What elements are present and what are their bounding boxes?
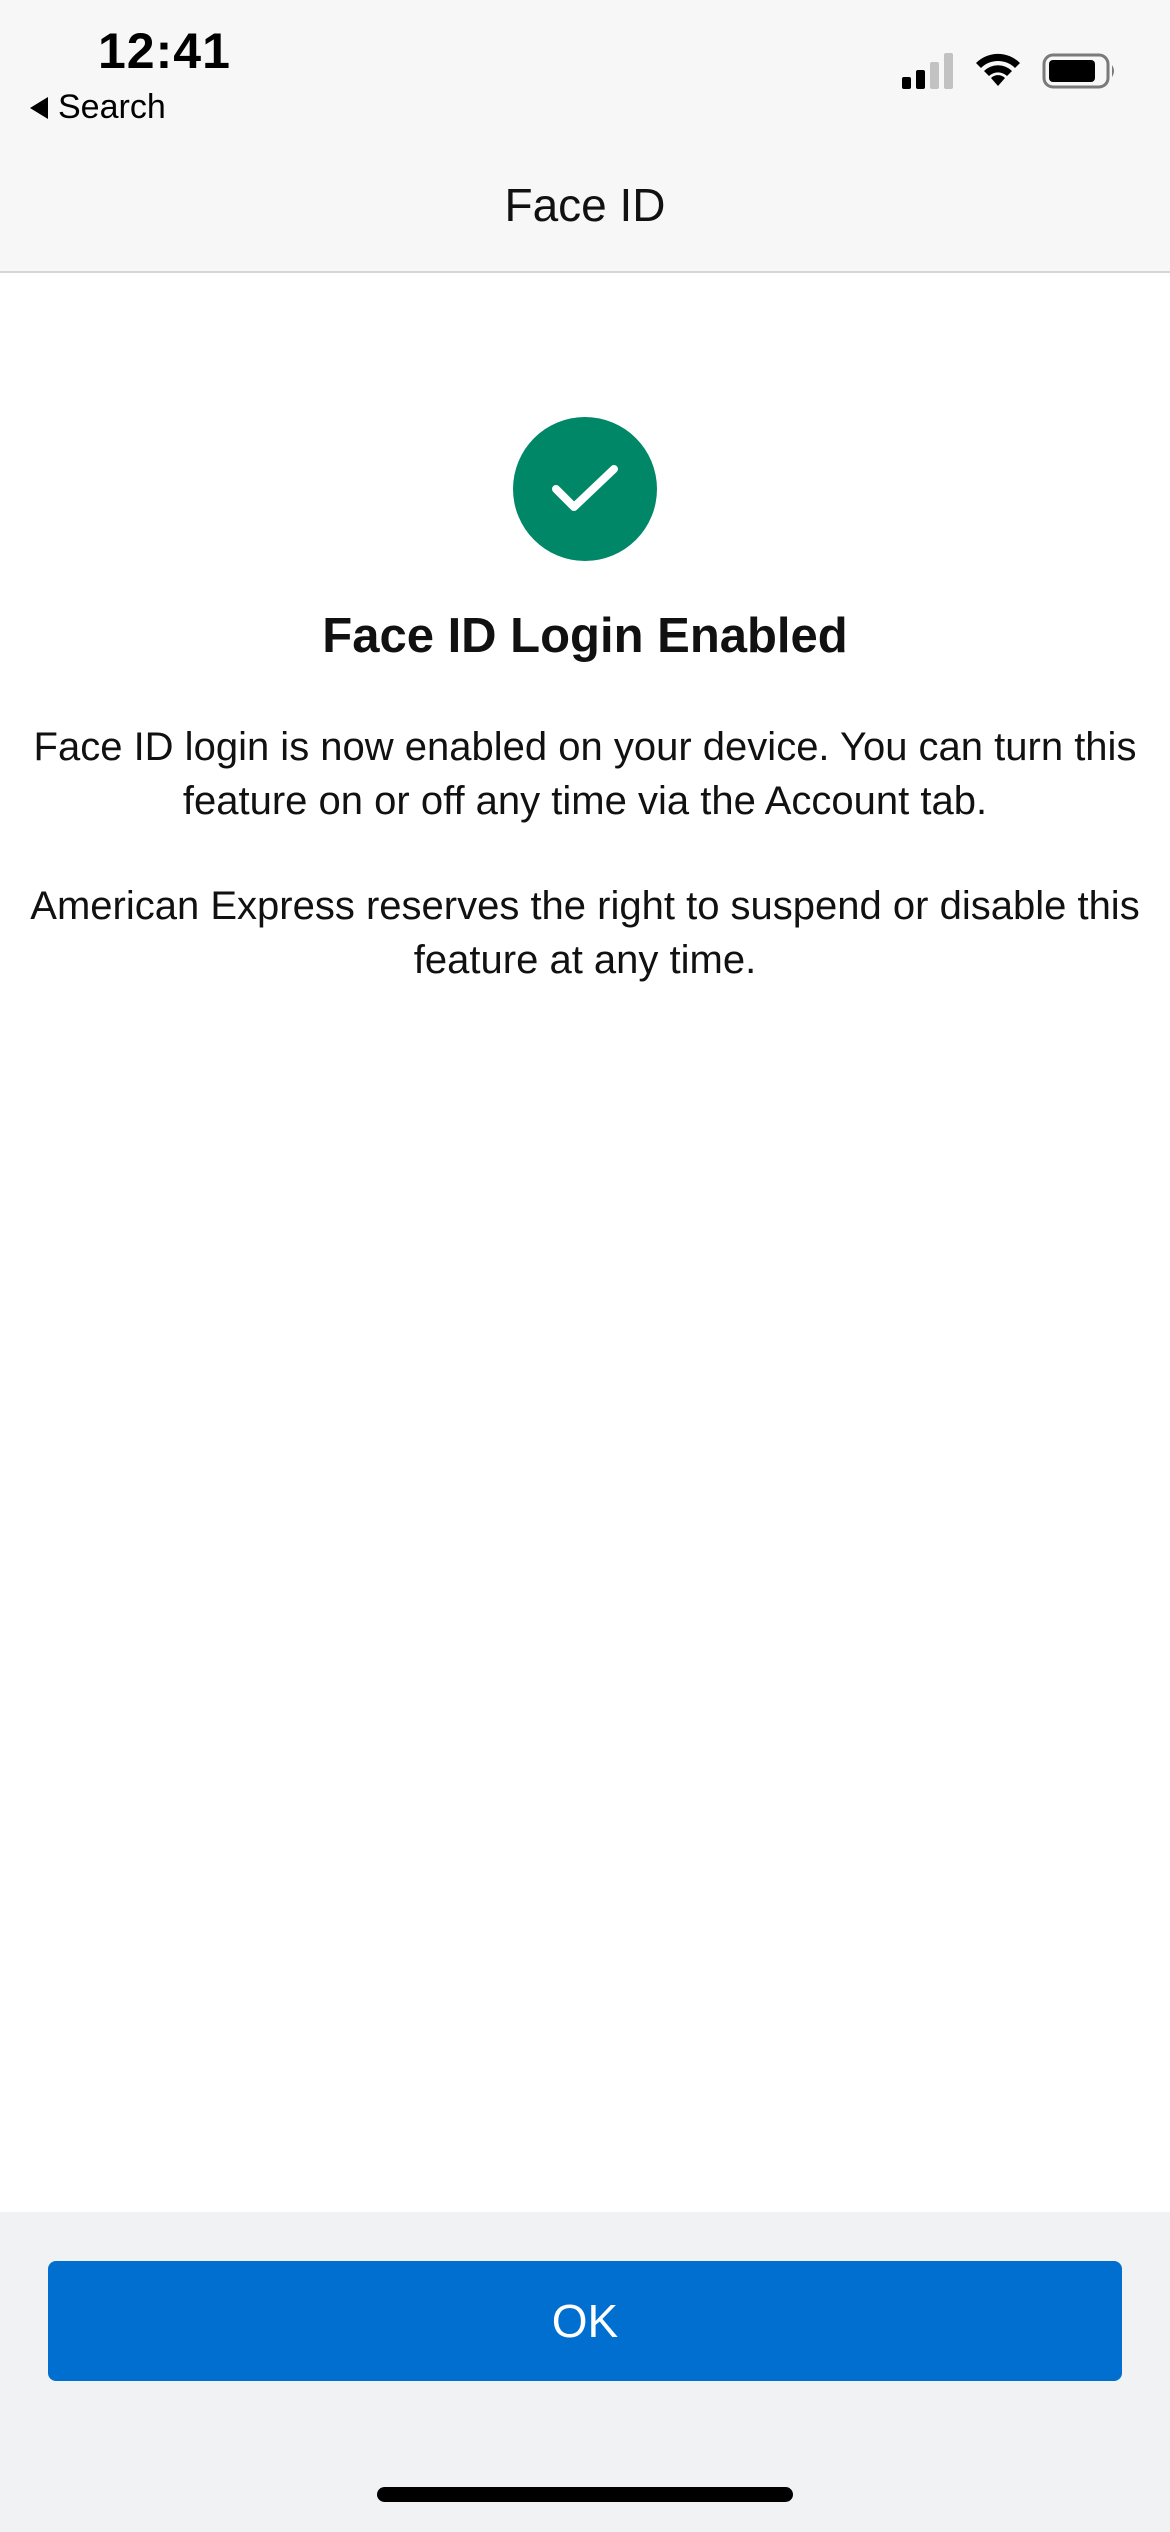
status-time: 12:41 [98, 23, 231, 79]
page-title: Face ID [504, 179, 666, 231]
navigation-header: 12:41 Search Face ID [0, 0, 1170, 273]
enabled-description-text: Face ID login is now enabled on your dev… [33, 725, 1137, 823]
footer-area: OK [0, 2212, 1170, 2532]
confirmation-headline: Face ID Login Enabled [322, 609, 848, 663]
home-indicator[interactable] [377, 2487, 793, 2502]
back-link-label: Search [58, 88, 166, 126]
disclaimer-text: American Express reserves the right to s… [30, 884, 1140, 982]
cellular-signal-icon [902, 53, 953, 89]
battery-icon [1042, 53, 1114, 89]
back-arrow-icon [30, 96, 48, 119]
checkmark-circle-icon [513, 417, 657, 561]
checkmark-icon [552, 465, 618, 511]
ok-button[interactable]: OK [48, 2261, 1122, 2381]
status-icons [902, 52, 1118, 90]
wifi-icon [976, 53, 1020, 86]
back-to-search-link[interactable]: Search [30, 88, 166, 127]
